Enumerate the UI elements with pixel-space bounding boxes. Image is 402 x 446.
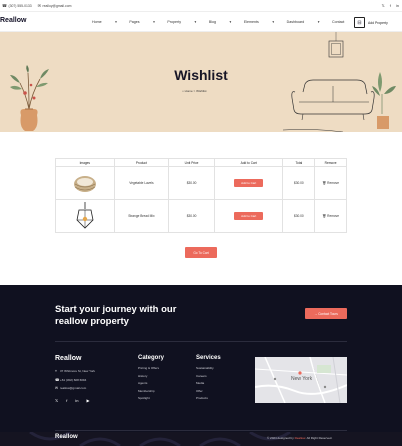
go-to-cart-button[interactable]: Go To Cart (185, 247, 217, 258)
menu-item-contact[interactable]: Contact (332, 20, 344, 24)
mail-icon: ✉ (37, 3, 42, 8)
youtube-icon[interactable]: ▶ (86, 398, 89, 403)
sofa-illustration (283, 32, 396, 132)
footer-link[interactable]: Offer (196, 388, 221, 396)
footer-link[interactable]: History (138, 373, 164, 381)
remove-button[interactable]: 🗑 Remove (322, 181, 339, 185)
footer-bottom-divider (55, 430, 347, 431)
footer-link[interactable]: Media (196, 380, 221, 388)
home-icon: ⌂ (182, 89, 184, 93)
main-menu: Home ▾ Pages ▾ Property ▾ Blog ▾ Element… (92, 20, 357, 24)
lamp-product-image[interactable] (75, 202, 95, 230)
footer-logo[interactable]: Reallow (55, 355, 81, 362)
product-name[interactable]: Vegetable Lavels (115, 167, 170, 199)
footer-link[interactable]: Membership (138, 388, 164, 396)
contact-tours-button[interactable]: → Contact Tours (305, 308, 347, 319)
unit-price: $30.00 (169, 200, 215, 232)
email-contact[interactable]: ✉ realloy@gmail.com (38, 3, 72, 8)
menu-item-dashboard[interactable]: Dashboard ▾ (287, 20, 320, 24)
table-header: Images Product Unit Price Add to Cart To… (55, 158, 347, 167)
bag-icon: ⊟ (357, 19, 362, 26)
table-row: Vegetable Lavels $30.00 Add to Cart $30.… (55, 167, 347, 200)
copyright-text: © 2024 designed by Reallow. All Right Re… (267, 436, 333, 440)
menu-item-home[interactable]: Home ▾ (92, 20, 117, 24)
phone-contact[interactable]: ☎ (307) 555-0133 (2, 3, 32, 8)
twitter-icon[interactable]: 𝕏 (55, 398, 58, 403)
facebook-icon[interactable]: f (390, 3, 391, 8)
linkedin-icon[interactable]: in (75, 398, 78, 403)
linkedin-icon[interactable]: in (396, 3, 399, 8)
location-map[interactable]: New York (255, 357, 347, 403)
breadcrumb-current: Wishlist (196, 89, 207, 93)
footer-link[interactable]: Sustainability (196, 365, 221, 373)
row-total: $30.00 (283, 200, 316, 232)
add-property-link[interactable]: Add Property (368, 21, 388, 25)
footer-category-column: Category Pricing & Offers History Agents… (138, 355, 164, 403)
map-city-label: New York (291, 376, 313, 382)
footer-contact-info: ⌖ 37 Whitmore St, New York ☎ +61 (302) 608… (55, 367, 95, 393)
top-bar: ☎ (307) 555-0133 ✉ realloy@gmail.com 𝕏 f i… (0, 0, 402, 11)
footer-link[interactable]: Agents (138, 380, 164, 388)
footer-bottom-bar: Reallow © 2024 designed by Reallow. All … (0, 432, 402, 446)
bottom-logo[interactable]: Reallow (55, 434, 78, 440)
footer-link[interactable]: Careers (196, 373, 221, 381)
product-name[interactable]: Strange Bread Mix (115, 200, 170, 232)
menu-item-elements[interactable]: Elements ▾ (244, 20, 274, 24)
footer-link[interactable]: Products (196, 395, 221, 403)
cart-button[interactable]: ⊟ (354, 17, 365, 28)
row-total: $30.00 (283, 167, 316, 199)
main-navbar: Reallow Home ▾ Pages ▾ Property ▾ Blog ▾… (0, 11, 402, 32)
menu-item-blog[interactable]: Blog ▾ (209, 20, 232, 24)
breadcrumb-home[interactable]: Home (185, 89, 193, 93)
remove-button[interactable]: 🗑 Remove (322, 214, 339, 218)
unit-price: $30.00 (169, 167, 215, 199)
page-banner: Wishlist ⌂ Home > Wishlist (0, 32, 402, 132)
wishlist-table: Images Product Unit Price Add to Cart To… (55, 158, 347, 233)
basket-product-image[interactable] (72, 172, 98, 194)
site-footer: Start your journey with our reallow prop… (0, 285, 402, 446)
footer-social-links: 𝕏 f in ▶ (55, 398, 90, 403)
footer-link[interactable]: Pricing & Offers (138, 365, 164, 373)
footer-link[interactable]: Spotlight (138, 395, 164, 403)
footer-cta-heading: Start your journey with our reallow prop… (55, 304, 177, 327)
site-logo[interactable]: Reallow (0, 17, 26, 24)
footer-divider (55, 341, 347, 342)
add-to-cart-button[interactable]: Add to Cart (234, 179, 264, 187)
top-social-links: 𝕏 f in (382, 3, 399, 8)
breadcrumb: ⌂ Home > Wishlist (182, 89, 207, 93)
twitter-icon[interactable]: 𝕏 (382, 3, 385, 8)
phone-icon: ☎ (2, 3, 7, 8)
menu-item-pages[interactable]: Pages ▾ (129, 20, 155, 24)
facebook-icon[interactable]: f (66, 398, 67, 403)
menu-item-property[interactable]: Property ▾ (167, 20, 196, 24)
table-row: Strange Bread Mix $30.00 Add to Cart $30… (55, 200, 347, 233)
copyright-brand-link[interactable]: Reallow (295, 436, 306, 440)
add-to-cart-button[interactable]: Add to Cart (234, 212, 264, 220)
footer-services-column: Services Sustainability Careers Media Of… (196, 355, 221, 403)
